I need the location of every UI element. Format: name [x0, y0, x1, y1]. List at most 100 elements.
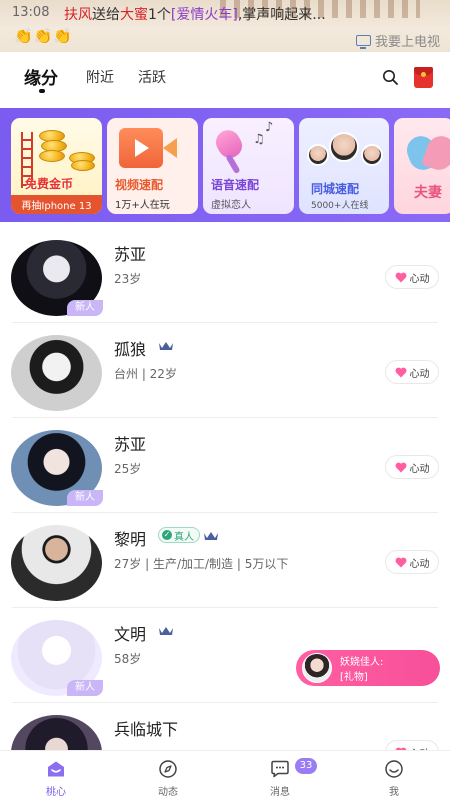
heartbeat-button[interactable]: 心动 — [385, 740, 439, 750]
compass-icon — [159, 760, 177, 778]
avatar[interactable] — [11, 335, 102, 411]
red-packet-icon[interactable] — [414, 67, 433, 88]
verified-badge: ✓ 真人 — [158, 527, 200, 543]
user-info: 25岁 — [114, 462, 142, 476]
city-match-card[interactable]: 同城速配 5000+人在线 — [299, 118, 389, 214]
crown-icon — [159, 342, 173, 350]
list-item[interactable]: 黎明 ✓ 真人 27岁 | 生产/加工/制造 | 5万以下 心动 — [0, 513, 450, 608]
new-user-badge: 新人 — [67, 300, 103, 316]
avatar[interactable] — [11, 525, 102, 601]
broadcast-count: 1个 — [148, 7, 171, 23]
bottom-navigation: 桃心 动态 33 消息 我 — [0, 750, 450, 800]
tab-fate[interactable]: 缘分 — [24, 64, 58, 89]
list-item[interactable]: 孤狼 台州 | 22岁 心动 — [0, 323, 450, 418]
profile-icon — [385, 760, 403, 778]
user-face-icon — [329, 132, 359, 162]
free-coins-subtitle: 再抽Iphone 13 — [11, 195, 102, 214]
city-match-title: 同城速配 — [311, 182, 360, 196]
home-icon — [48, 761, 64, 777]
user-face-icon — [307, 144, 329, 166]
tv-link[interactable]: 我要上电视 — [355, 31, 440, 50]
tv-icon — [355, 35, 371, 49]
new-user-badge: 新人 — [67, 680, 103, 696]
heartbeat-button[interactable]: 心动 — [385, 550, 439, 574]
nav-profile[interactable]: 我 — [338, 751, 450, 800]
voice-match-title: 语音速配 — [211, 178, 260, 192]
video-match-title: 视频速配 — [115, 178, 164, 192]
crown-icon — [204, 532, 218, 540]
video-camera-icon — [119, 128, 163, 168]
avatar — [302, 653, 332, 683]
voice-match-card[interactable]: ♫ ♪ 语音速配 虚拟恋人 — [203, 118, 294, 214]
city-match-subtitle: 5000+人在线 — [311, 201, 369, 211]
user-name: 兵临城下 — [114, 720, 179, 739]
app-root: 13:08 扶风送给大蜜1个[爱情火车],掌声响起来... 👏👏👏 我要上电视 … — [0, 0, 450, 800]
gift-message: [礼物] — [340, 672, 368, 683]
broadcast-gift: [爱情火车] — [170, 7, 238, 23]
gift-broadcast-text: 扶风送给大蜜1个[爱情火车],掌声响起来... — [64, 4, 326, 24]
user-name: 孤狼 — [114, 340, 147, 359]
tab-nearby[interactable]: 附近 — [86, 67, 114, 87]
video-lens-icon — [163, 138, 177, 158]
nav-home[interactable]: 桃心 — [0, 751, 112, 800]
heartbeat-label: 心动 — [409, 558, 430, 570]
heart-icon — [395, 462, 406, 472]
verified-label: 真人 — [174, 531, 194, 543]
heartbeat-button[interactable]: 心动 — [385, 455, 439, 479]
heartbeat-label: 心动 — [409, 463, 430, 475]
search-icon[interactable] — [382, 69, 398, 85]
check-icon: ✓ — [162, 530, 172, 540]
heart-icon — [395, 272, 406, 282]
avatar[interactable] — [11, 715, 102, 750]
couple-title: 夫妻 — [414, 185, 442, 201]
heart-icon — [395, 367, 406, 377]
user-info: 58岁 — [114, 652, 142, 666]
tab-active[interactable]: 活跃 — [138, 67, 166, 87]
user-name: 苏亚 — [114, 435, 147, 454]
video-match-subtitle: 1万+人在玩 — [115, 200, 170, 211]
nav-home-label: 桃心 — [46, 787, 66, 798]
coin-icon — [39, 150, 65, 162]
heartbeat-label: 心动 — [409, 273, 430, 285]
user-name: 黎明 — [114, 530, 147, 549]
message-icon — [271, 760, 289, 778]
nav-profile-label: 我 — [389, 787, 399, 798]
heartbeat-button[interactable]: 心动 — [385, 360, 439, 384]
heartbeat-label: 心动 — [409, 368, 430, 380]
heartbeat-button[interactable]: 心动 — [385, 265, 439, 289]
nav-moments[interactable]: 动态 — [112, 751, 224, 800]
coin-icon — [71, 160, 95, 171]
nav-moments-label: 动态 — [158, 787, 178, 798]
video-match-card[interactable]: 视频速配 1万+人在玩 — [107, 118, 198, 214]
unread-count-badge: 33 — [295, 758, 317, 774]
clap-icons: 👏👏👏 — [14, 27, 74, 45]
gift-toast[interactable]: 妖娆佳人: [礼物] — [296, 650, 440, 686]
list-item[interactable]: 新人 苏亚 25岁 心动 — [0, 418, 450, 513]
free-coins-title: 免费金币 — [25, 177, 74, 191]
list-item[interactable]: 新人 苏亚 23岁 心动 — [0, 228, 450, 323]
nav-messages[interactable]: 33 消息 — [224, 751, 336, 800]
gift-sender-name: 妖娆佳人: — [340, 657, 384, 668]
crown-icon — [159, 627, 173, 635]
broadcast-tail: ,掌声响起来... — [237, 7, 326, 23]
heart-icon — [395, 557, 406, 567]
list-item[interactable]: 兵临城下 心动 — [0, 703, 450, 750]
feature-cards-strip: 免费金币 再抽Iphone 13 视频速配 1万+人在玩 ♫ ♪ 语音速配 虚拟… — [0, 108, 450, 222]
couple-card[interactable]: 夫妻 — [394, 118, 450, 214]
new-user-badge: 新人 — [67, 490, 103, 506]
free-coins-card[interactable]: 免费金币 再抽Iphone 13 — [11, 118, 102, 214]
user-info: 27岁 | 生产/加工/制造 | 5万以下 — [114, 557, 289, 571]
music-note-icon: ♪ — [265, 120, 274, 135]
user-name: 苏亚 — [114, 245, 147, 264]
music-note-icon: ♫ — [253, 132, 265, 147]
nav-messages-label: 消息 — [270, 787, 290, 798]
header-tabs: 缘分 附近 活跃 — [0, 52, 450, 102]
user-face-icon — [361, 144, 383, 166]
broadcast-verb: 送给 — [92, 7, 120, 23]
voice-match-subtitle: 虚拟恋人 — [211, 200, 251, 211]
top-broadcast-banner[interactable]: 13:08 扶风送给大蜜1个[爱情火车],掌声响起来... 👏👏👏 我要上电视 — [0, 0, 450, 52]
status-time: 13:08 — [12, 5, 50, 20]
broadcast-sender: 扶风 — [64, 7, 92, 23]
tv-link-label: 我要上电视 — [374, 35, 440, 50]
broadcast-receiver: 大蜜 — [120, 7, 148, 23]
